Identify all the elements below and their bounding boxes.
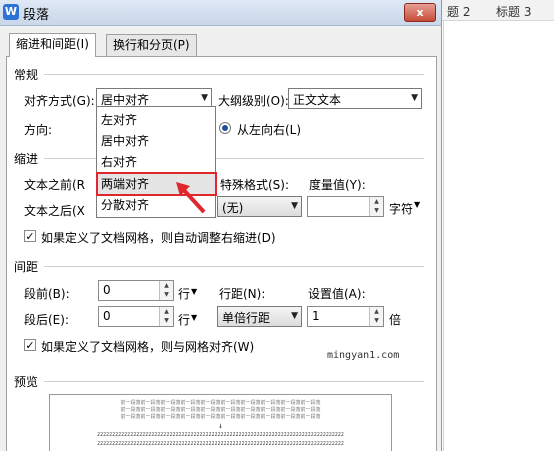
set-value: 1: [312, 309, 320, 323]
option-center[interactable]: 居中对齐: [98, 131, 215, 151]
unit-chevron-icon[interactable]: ▼: [191, 287, 197, 296]
space-after-spinner[interactable]: 0 ▲ ▼: [98, 306, 174, 327]
title-bar[interactable]: W 段落 x: [0, 0, 441, 26]
preview-prev-line: 前一段落前一段落前一段落前一段落前一段落前一段落前一段落前一段落前一段落前一段落: [120, 407, 321, 413]
preview-prev-line: 前一段落前一段落前一段落前一段落前一段落前一段落前一段落前一段落前一段落前一段落: [120, 414, 321, 420]
paragraph-dialog: W 段落 x 缩进和间距(I) 换行和分页(P) 常规 对齐方式(G): 居中对…: [0, 0, 442, 451]
unit-chevron-icon[interactable]: ▼: [191, 313, 197, 322]
space-after-label: 段后(E):: [24, 313, 69, 327]
option-right[interactable]: 右对齐: [98, 152, 215, 172]
space-before-spinner[interactable]: 0 ▲ ▼: [98, 280, 174, 301]
special-format-select[interactable]: (无) ▼: [217, 196, 302, 217]
preview-prev-line: 前一段落前一段落前一段落前一段落前一段落前一段落前一段落前一段落前一段落前一段落: [120, 400, 321, 406]
preview-sample-line: 2222222222222222222222222222222222222222…: [97, 441, 344, 447]
spinner-arrows-icon[interactable]: ▲ ▼: [159, 281, 173, 300]
spacing-section-title: 间距: [14, 260, 39, 274]
direction-ltr-label: 从左向右(L): [237, 123, 302, 137]
set-value-spinner[interactable]: 1 ▲ ▼: [307, 306, 384, 327]
dialog-title: 段落: [23, 8, 50, 23]
direction-ltr-radio[interactable]: [219, 122, 231, 134]
style-heading-3[interactable]: 标题 3: [496, 3, 531, 20]
red-arrow-annotation: [176, 182, 206, 214]
general-divider: [44, 74, 424, 75]
outline-level-value: 正文文本: [293, 93, 342, 107]
tab-indent-spacing[interactable]: 缩进和间距(I): [9, 33, 96, 57]
special-format-label: 特殊格式(S):: [220, 178, 290, 192]
measure-spinner[interactable]: ▲ ▼: [307, 196, 384, 217]
chevron-down-icon: ▼: [291, 201, 298, 211]
indent-before-label: 文本之前(R: [24, 178, 86, 192]
chevron-down-icon: ▼: [201, 93, 208, 103]
outline-level-label: 大纲级别(O):: [218, 94, 289, 108]
direction-label: 方向:: [24, 123, 53, 137]
measure-label: 度量值(Y):: [309, 178, 366, 192]
option-left[interactable]: 左对齐: [98, 110, 215, 130]
indent-section-title: 缩进: [14, 152, 39, 166]
preview-paragraph-mark: ↓: [218, 421, 223, 430]
preview-divider: [44, 381, 424, 382]
chevron-down-icon: ▼: [411, 93, 418, 103]
preview-pane: 前一段落前一段落前一段落前一段落前一段落前一段落前一段落前一段落前一段落前一段落…: [49, 394, 392, 451]
set-value-unit: 倍: [389, 313, 402, 327]
tab-panel: [6, 56, 437, 451]
set-value-label: 设置值(A):: [308, 287, 366, 301]
outline-level-select[interactable]: 正文文本 ▼: [288, 88, 422, 109]
preview-sample-line: 2222222222222222222222222222222222222222…: [97, 432, 344, 438]
line-spacing-label: 行距(N):: [219, 287, 266, 301]
window-divider: [443, 0, 444, 451]
general-section-title: 常规: [14, 68, 39, 82]
space-before-unit[interactable]: 行: [178, 285, 190, 302]
line-spacing-select[interactable]: 单倍行距 ▼: [217, 306, 302, 327]
wps-app-icon: W: [3, 4, 19, 20]
spinner-arrows-icon[interactable]: ▲ ▼: [369, 197, 383, 216]
space-after-unit[interactable]: 行: [178, 311, 190, 328]
auto-adjust-label: 如果定义了文档网格，则自动调整右缩进(D): [41, 231, 276, 245]
spinner-arrows-icon[interactable]: ▲ ▼: [369, 307, 383, 326]
watermark-text: mingyan1.com: [327, 350, 400, 361]
space-before-label: 段前(B):: [24, 287, 70, 301]
auto-adjust-checkbox[interactable]: ✓: [24, 230, 36, 243]
line-spacing-value: 单倍行距: [222, 311, 271, 325]
close-button[interactable]: x: [404, 3, 436, 22]
tab-line-page-breaks[interactable]: 换行和分页(P): [106, 34, 197, 56]
space-before-value: 0: [103, 283, 111, 297]
measure-unit[interactable]: 字符: [389, 200, 413, 217]
spacing-divider: [44, 266, 424, 267]
indent-after-label: 文本之后(X: [24, 204, 85, 218]
special-format-value: (无): [222, 201, 244, 215]
chevron-down-icon: ▼: [291, 311, 298, 321]
preview-section-title: 预览: [14, 375, 39, 389]
unit-chevron-icon[interactable]: ▼: [414, 200, 420, 209]
space-after-value: 0: [103, 309, 111, 323]
snap-grid-label: 如果定义了文档网格，则与网格对齐(W): [41, 340, 255, 354]
style-heading-2[interactable]: 题 2: [447, 3, 470, 20]
spinner-arrows-icon[interactable]: ▲ ▼: [159, 307, 173, 326]
alignment-label: 对齐方式(G):: [24, 94, 95, 108]
snap-grid-checkbox[interactable]: ✓: [24, 339, 36, 352]
